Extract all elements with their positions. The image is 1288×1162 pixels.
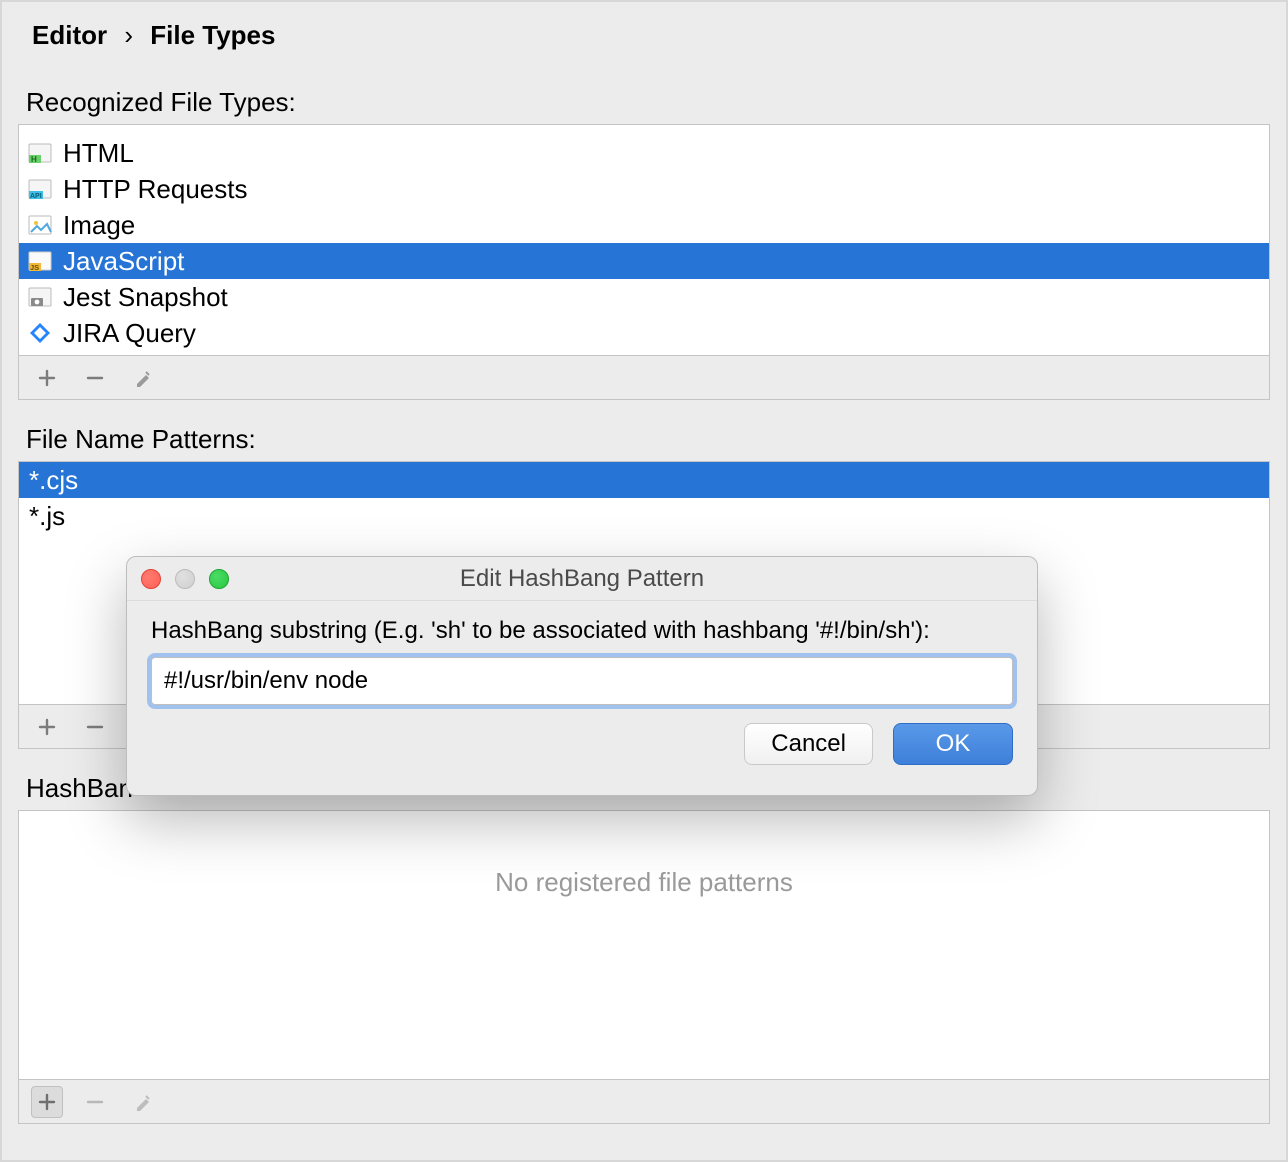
svg-text:H: H <box>31 155 37 164</box>
hashbang-empty-text: No registered file patterns <box>19 811 1269 898</box>
image-file-icon <box>27 212 53 238</box>
list-item[interactable]: Image <box>19 207 1269 243</box>
list-item[interactable]: *.cjs <box>19 462 1269 498</box>
ok-button[interactable]: OK <box>893 723 1013 765</box>
plus-icon <box>37 717 57 737</box>
breadcrumb-separator: › <box>124 20 133 50</box>
minus-icon <box>85 717 105 737</box>
list-item[interactable] <box>19 125 1269 135</box>
list-item-label: JIRA Query <box>63 318 196 349</box>
add-pattern-button[interactable] <box>31 711 63 743</box>
list-item[interactable]: Jest Snapshot <box>19 279 1269 315</box>
hashbang-patterns-list[interactable]: No registered file patterns <box>18 810 1270 1080</box>
js-file-icon: JS <box>27 248 53 274</box>
pencil-icon <box>133 1092 153 1112</box>
add-filetype-button[interactable] <box>31 362 63 394</box>
svg-text:API: API <box>30 193 42 200</box>
window-traffic-lights <box>141 569 229 589</box>
window-minimize-button[interactable] <box>175 569 195 589</box>
file-name-patterns-label: File Name Patterns: <box>2 414 1286 461</box>
window-close-button[interactable] <box>141 569 161 589</box>
svg-text:JS: JS <box>30 263 39 272</box>
list-item-label: Image <box>63 210 135 241</box>
pattern-label: *.cjs <box>29 465 78 496</box>
recognized-file-types-list[interactable]: H HTML API HTTP Requests Image JS JavaSc… <box>18 124 1270 356</box>
list-item[interactable]: JIRA Query <box>19 315 1269 351</box>
list-item[interactable]: H HTML <box>19 135 1269 171</box>
plus-icon <box>37 1092 57 1112</box>
remove-hashbang-button[interactable] <box>79 1086 111 1118</box>
snapshot-file-icon <box>27 284 53 310</box>
list-item-label: HTTP Requests <box>63 174 247 205</box>
api-file-icon: API <box>27 176 53 202</box>
list-item-label: JavaScript <box>63 246 184 277</box>
window-zoom-button[interactable] <box>209 569 229 589</box>
pencil-icon <box>133 368 153 388</box>
list-item[interactable]: *.js <box>19 498 1269 534</box>
minus-icon <box>85 1092 105 1112</box>
list-item-label: HTML <box>63 138 134 169</box>
breadcrumb: Editor › File Types <box>2 2 1286 61</box>
hashbang-input-label: HashBang substring (E.g. 'sh' to be asso… <box>151 617 1013 645</box>
hashbang-input[interactable] <box>151 657 1013 705</box>
cancel-button[interactable]: Cancel <box>744 723 873 765</box>
list-item[interactable]: JS JavaScript <box>19 243 1269 279</box>
edit-hashbang-dialog: Edit HashBang Pattern HashBang substring… <box>126 556 1038 796</box>
hashbang-toolbar <box>18 1080 1270 1124</box>
breadcrumb-file-types[interactable]: File Types <box>150 20 275 50</box>
html-file-icon: H <box>27 140 53 166</box>
jira-file-icon <box>27 320 53 346</box>
recognized-file-types-label: Recognized File Types: <box>2 77 1286 124</box>
add-hashbang-button[interactable] <box>31 1086 63 1118</box>
plus-icon <box>37 368 57 388</box>
edit-filetype-button[interactable] <box>127 362 159 394</box>
pattern-label: *.js <box>29 501 65 532</box>
minus-icon <box>85 368 105 388</box>
list-item[interactable]: API HTTP Requests <box>19 171 1269 207</box>
breadcrumb-editor[interactable]: Editor <box>32 20 107 50</box>
settings-pane: Editor › File Types Recognized File Type… <box>0 0 1288 1162</box>
filetypes-toolbar <box>18 356 1270 400</box>
dialog-title: Edit HashBang Pattern <box>460 565 704 593</box>
dialog-titlebar: Edit HashBang Pattern <box>127 557 1037 601</box>
remove-pattern-button[interactable] <box>79 711 111 743</box>
remove-filetype-button[interactable] <box>79 362 111 394</box>
edit-hashbang-button[interactable] <box>127 1086 159 1118</box>
list-item-label: Jest Snapshot <box>63 282 228 313</box>
